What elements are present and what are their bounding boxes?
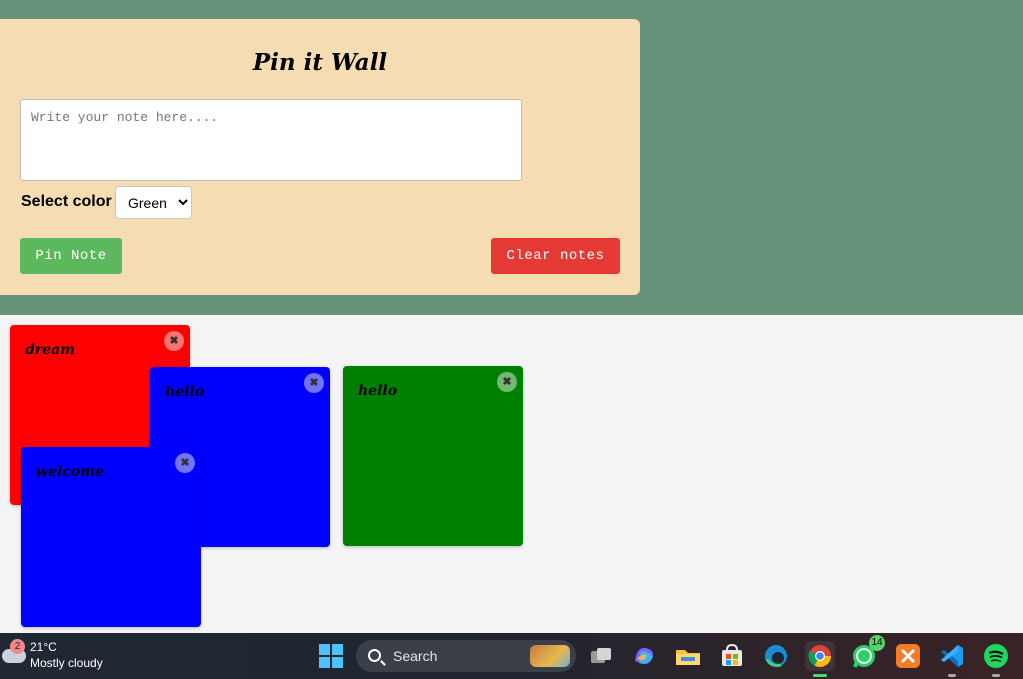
notification-badge: 14 bbox=[869, 635, 885, 651]
weather-widget[interactable]: 2 21°C Mostly cloudy bbox=[0, 633, 120, 679]
open-indicator bbox=[992, 674, 1000, 677]
search-highlight-icon bbox=[530, 645, 570, 667]
page-title: Pin it Wall bbox=[252, 49, 388, 76]
xampp-icon[interactable] bbox=[893, 641, 923, 671]
edge-browser-icon[interactable] bbox=[761, 641, 791, 671]
note-form: Pin it Wall Select color Green Pin Note … bbox=[0, 19, 640, 295]
close-icon[interactable]: ✖ bbox=[497, 372, 517, 392]
weather-badge: 2 bbox=[10, 639, 25, 654]
file-explorer-icon[interactable] bbox=[673, 641, 703, 671]
task-view-icon[interactable] bbox=[586, 641, 616, 671]
close-icon[interactable]: ✖ bbox=[164, 331, 184, 351]
spotify-icon[interactable] bbox=[981, 641, 1011, 677]
color-label: Select color bbox=[21, 193, 112, 210]
copilot-icon[interactable] bbox=[629, 641, 659, 671]
weather-description: Mostly cloudy bbox=[30, 656, 103, 670]
note-input[interactable] bbox=[20, 99, 522, 181]
close-icon[interactable]: ✖ bbox=[175, 453, 195, 473]
active-indicator bbox=[813, 674, 827, 677]
microsoft-store-icon[interactable] bbox=[717, 641, 747, 671]
search-label: Search bbox=[393, 648, 438, 664]
pin-note-button[interactable]: Pin Note bbox=[20, 238, 122, 274]
taskbar: 2 21°C Mostly cloudy Search 14 bbox=[0, 633, 1023, 679]
whatsapp-icon[interactable]: 14 bbox=[849, 635, 885, 671]
taskbar-search[interactable]: Search bbox=[356, 640, 576, 672]
note-card[interactable]: welcome ✖ bbox=[21, 447, 201, 627]
windows-start-icon[interactable] bbox=[319, 644, 343, 668]
close-icon[interactable]: ✖ bbox=[304, 373, 324, 393]
chrome-browser-icon[interactable] bbox=[805, 641, 835, 677]
note-text: hello bbox=[165, 384, 205, 400]
note-text: hello bbox=[358, 383, 398, 399]
open-indicator bbox=[948, 674, 956, 677]
clear-notes-button[interactable]: Clear notes bbox=[491, 238, 620, 274]
notes-wall: dream ✖ hello ✖ hello ✖ welcome ✖ bbox=[0, 315, 1023, 633]
color-select[interactable]: Green bbox=[115, 186, 192, 219]
note-card[interactable]: hello ✖ bbox=[343, 366, 523, 546]
note-text: dream bbox=[25, 342, 75, 358]
vscode-icon[interactable] bbox=[937, 641, 967, 677]
search-icon bbox=[368, 649, 381, 662]
note-text: welcome bbox=[36, 464, 104, 480]
weather-temperature: 21°C bbox=[30, 640, 57, 654]
